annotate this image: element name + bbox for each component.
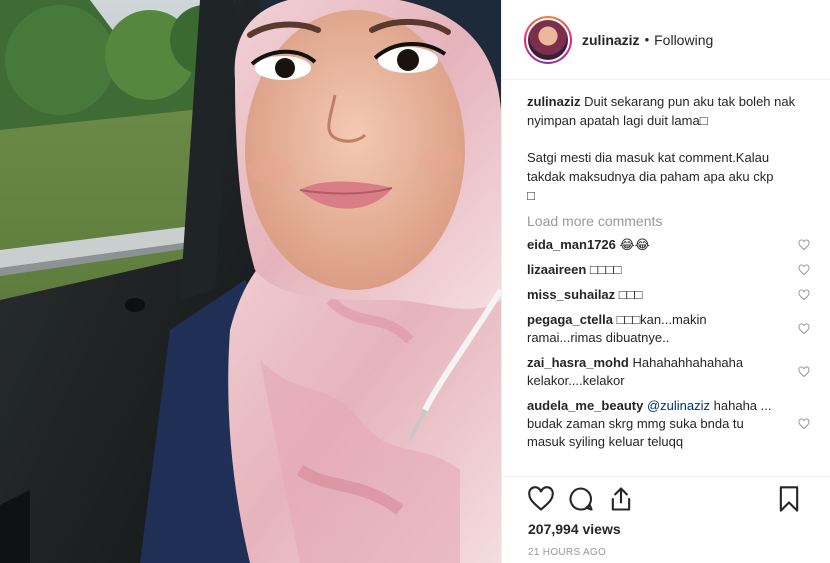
comment-username[interactable]: audela_me_beauty [527,398,643,413]
heart-icon[interactable] [798,418,810,430]
comment-username[interactable]: lizaaireen [527,262,586,277]
comment-username[interactable]: pegaga_ctella [527,312,613,327]
heart-icon[interactable] [798,323,810,335]
post-caption: zulinaziz Duit sekarang pun aku tak bole… [527,92,810,130]
bookmark-icon[interactable] [775,485,803,513]
comment-icon[interactable] [567,485,595,513]
caption-username[interactable]: zulinaziz [527,94,580,109]
following-button[interactable]: Following [654,32,713,48]
heart-icon[interactable] [798,366,810,378]
post-username[interactable]: zulinaziz [582,32,640,48]
post-caption-continued: Satgi mesti dia masuk kat comment.Kalau … [527,148,810,205]
heart-icon[interactable] [798,289,810,301]
caption-glyph-2: □ [527,188,535,203]
avatar-image [526,17,570,62]
header-separator: • [644,32,650,47]
comment-text: □□□□ [589,262,622,277]
view-count[interactable]: 207,994 views [528,521,621,537]
comment-reply-text: budak zaman skrg mmg suka bnda tu masuk … [527,416,744,449]
post-timestamp[interactable]: 21 HOURS AGO [528,547,606,558]
post-actions [527,484,820,514]
comments-list[interactable]: zulinaziz Duit sekarang pun aku tak bole… [527,92,810,477]
comment-text: □□□ [618,287,643,302]
comment-row: audela_me_beauty @zulinaziz hahaha ... b… [527,397,810,451]
caption-glyph: □ [699,113,708,128]
caption-text-2: Satgi mesti dia masuk kat comment.Kalau … [527,150,774,184]
actions-divider [502,476,830,477]
heart-icon[interactable] [798,264,810,276]
load-more-comments[interactable]: Load more comments [527,213,810,229]
comment-row: eida_man1726 😂😂 [527,236,810,254]
comment-row: miss_suhailaz □□□ [527,286,810,304]
share-icon[interactable] [607,485,635,513]
comment-username[interactable]: zai_hasra_mohd [527,355,629,370]
video-frame-illustration [0,0,501,563]
post-header: zulinaziz • Following [502,0,830,80]
comment-mention[interactable]: @zulinaziz [647,398,710,413]
post-video[interactable] [0,0,501,563]
comment-row: zai_hasra_mohd Hahahahhahahaha kelakor..… [527,354,810,390]
comment-text: 😂😂 [619,237,650,252]
comment-row: pegaga_ctella □□□kan...makin ramai...rim… [527,311,810,347]
comment-text: hahaha ... [713,398,772,413]
comment-username[interactable]: miss_suhailaz [527,287,615,302]
instagram-post-modal: zulinaziz • Following zulinaziz Duit sek… [0,0,830,563]
heart-icon[interactable] [798,239,810,251]
comment-username[interactable]: eida_man1726 [527,237,616,252]
heart-icon[interactable] [527,485,555,513]
avatar[interactable] [524,15,572,64]
comment-row: lizaaireen □□□□ [527,261,810,279]
post-sidebar: zulinaziz • Following zulinaziz Duit sek… [501,0,830,563]
